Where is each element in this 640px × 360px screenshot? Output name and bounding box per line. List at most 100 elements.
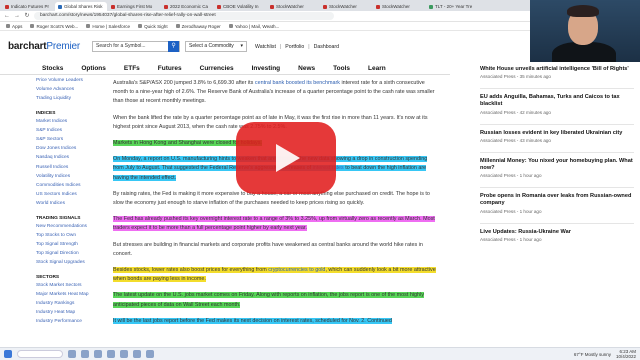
browser-tab[interactable]: Global Shares Risk — [55, 2, 107, 11]
mail-icon[interactable] — [107, 350, 115, 358]
watchlist-link[interactable]: Watchlist — [255, 44, 276, 50]
nav-options[interactable]: Options — [81, 65, 106, 72]
portfolio-link[interactable]: Portfolio — [285, 44, 304, 50]
highlighted-text: The latest update on the U.S. jobs marke… — [113, 292, 424, 308]
browser-tab[interactable]: TLT - 20+ Year Tre — [426, 2, 478, 11]
sidebar-link[interactable]: S&P Sectors — [36, 135, 100, 144]
sidebar-section-heading: TRADING SIGNALS — [36, 215, 81, 221]
file-explorer-icon[interactable] — [81, 350, 89, 358]
app-icon[interactable] — [146, 350, 154, 358]
news-headline[interactable]: White House unveils artificial intellige… — [480, 66, 634, 73]
sidebar-link[interactable]: Nasdaq Indices — [36, 153, 100, 162]
clock[interactable]: 6:23 AM 10/4/2022 — [616, 349, 636, 359]
news-item[interactable]: Millennial Money: You nixed your homebuy… — [480, 158, 634, 178]
sidebar-link[interactable]: Price Volume Leaders — [36, 76, 100, 85]
news-item[interactable]: Live Updates: Russia-Ukraine War Associat… — [480, 229, 634, 242]
bookmark-item[interactable]: Home | Salesforce — [86, 24, 130, 29]
app-icon[interactable] — [120, 350, 128, 358]
news-item[interactable]: Probe opens in Romania over leaks from R… — [480, 193, 634, 213]
sidebar-link[interactable]: Volume Advances — [36, 85, 100, 94]
symbol-search-input[interactable]: Search for a Symbol... ⚲ — [92, 41, 181, 52]
browser-tab[interactable]: StockWatcher — [320, 2, 372, 11]
bookmark-item[interactable]: Apps — [6, 24, 22, 29]
sidebar-link[interactable]: S&P Indices — [36, 126, 100, 135]
nav-stocks[interactable]: Stocks — [42, 65, 63, 72]
news-headline[interactable]: Probe opens in Romania over leaks from R… — [480, 193, 634, 207]
sidebar-link[interactable]: Dow Jones Indices — [36, 144, 100, 153]
sidebar-link[interactable]: Market Indices — [36, 117, 100, 126]
news-headline[interactable]: EU adds Anguilla, Bahamas, Turks and Cai… — [480, 94, 634, 108]
tab-label: Indicato Futures Pr — [11, 4, 50, 9]
bookmark-item[interactable]: Yahoo | Mail, Weath... — [228, 23, 280, 29]
sidebar-link[interactable]: Top Stocks to Own — [36, 231, 100, 240]
news-headline[interactable]: Russian losses evident in key liberated … — [480, 130, 634, 137]
windows-start-icon[interactable] — [4, 350, 12, 358]
site-header: barchartPremier Search for a Symbol... ⚲… — [0, 31, 450, 62]
news-headline[interactable]: Live Updates: Russia-Ukraine War — [480, 229, 634, 236]
browser-tab[interactable]: Indicato Futures Pr — [2, 2, 54, 11]
nav-investing[interactable]: Investing — [252, 65, 281, 72]
news-headline[interactable]: Millennial Money: You nixed your homebuy… — [480, 158, 634, 172]
bookmark-item[interactable]: Quick Sight — [138, 24, 168, 29]
news-meta: Associated Press - 43 minutes ago — [480, 137, 551, 143]
nav-news[interactable]: News — [298, 65, 315, 72]
sidebar-link[interactable]: Volatility Indices — [36, 172, 100, 181]
browser-tab[interactable]: 2022 Economic Ca — [161, 2, 213, 11]
taskbar-search[interactable] — [17, 350, 63, 358]
dashboard-link[interactable]: Dashboard — [314, 44, 339, 50]
sidebar-link[interactable]: Stock Signal Upgrades — [36, 258, 100, 267]
sidebar-link[interactable]: Russell Indices — [36, 163, 100, 172]
search-icon[interactable]: ⚲ — [168, 41, 180, 52]
sidebar-link[interactable]: New Recommendations — [36, 222, 100, 231]
news-item[interactable]: Russian losses evident in key liberated … — [480, 130, 634, 143]
browser-tab[interactable]: CBOE Volatility In — [214, 2, 266, 11]
task-view-icon[interactable] — [68, 350, 76, 358]
browser-tab[interactable]: StockWatcher — [267, 2, 319, 11]
tab-label: Global Shares Risk — [64, 4, 103, 9]
favicon-icon — [111, 4, 115, 9]
sidebar-link[interactable]: Top Signal Direction — [36, 249, 100, 258]
browser-icon[interactable] — [94, 350, 102, 358]
sidebar-link[interactable]: Stock Market Sectors — [36, 281, 100, 290]
favicon-icon — [429, 4, 433, 9]
crypto-gold-link[interactable]: cryptocurrencies to gold — [268, 267, 326, 274]
text: Australia's S&P/ASX 200 jumped 3.8% to 6… — [113, 80, 255, 86]
bookmark-label: Apps — [12, 23, 23, 29]
browser-tab[interactable]: StockWatcher — [373, 2, 425, 11]
highlighted-text: It will be the last jobs report before t… — [113, 317, 392, 324]
nav-currencies[interactable]: Currencies — [200, 65, 234, 72]
sidebar-link[interactable]: Industry Performance — [36, 317, 100, 326]
news-item[interactable]: White House unveils artificial intellige… — [480, 66, 634, 79]
bookmark-label: Roger Scott's Web... — [36, 23, 79, 29]
nav-learn[interactable]: Learn — [368, 65, 386, 72]
browser-tab[interactable]: Earnings First Mo — [108, 2, 160, 11]
system-tray: 67°F Mostly sunny 6:23 AM 10/4/2022 — [574, 349, 640, 359]
url-field[interactable]: barchart.com/story/news/1954037/global-s… — [34, 12, 334, 20]
sidebar-link[interactable]: Top Signal Strength — [36, 240, 100, 249]
back-icon[interactable]: ← — [4, 13, 10, 19]
nav-etfs[interactable]: ETFs — [124, 65, 140, 72]
tab-label: TLT - 20+ Year Tre — [435, 4, 473, 9]
weather-readout[interactable]: 67°F Mostly sunny — [574, 352, 611, 357]
sidebar-link[interactable]: Major Markets Heat Map — [36, 290, 100, 299]
bookmark-item[interactable]: Zerodhaway Roger — [175, 24, 221, 29]
article-paragraph: The latest update on the U.S. jobs marke… — [113, 291, 438, 309]
news-item[interactable]: EU adds Anguilla, Bahamas, Turks and Cai… — [480, 94, 634, 114]
bookmark-item[interactable]: Roger Scott's Web... — [30, 24, 78, 29]
reload-icon[interactable]: ↻ — [24, 13, 30, 19]
sidebar-link[interactable]: Industry Heat Map — [36, 308, 100, 317]
sidebar-link[interactable]: World Indices — [36, 199, 100, 208]
barchart-logo[interactable]: barchartPremier — [8, 41, 80, 52]
bookmark-label: Yahoo | Mail, Weath... — [234, 23, 280, 29]
sidebar-link[interactable]: Commodities Indices — [36, 181, 100, 190]
app-icon[interactable] — [133, 350, 141, 358]
nav-futures[interactable]: Futures — [158, 65, 182, 72]
forward-icon[interactable]: → — [14, 13, 20, 19]
video-play-button[interactable] — [236, 122, 336, 194]
nav-tools[interactable]: Tools — [333, 65, 350, 72]
sidebar-link[interactable]: US Sectors Indices — [36, 190, 100, 199]
central-bank-link[interactable]: central bank boosted its benchmark — [255, 80, 340, 86]
sidebar-link[interactable]: Industry Rankings — [36, 299, 100, 308]
sidebar-link[interactable]: Trading Liquidity — [36, 94, 100, 103]
commodity-select[interactable]: Select a Commodity ▾ — [185, 41, 248, 52]
